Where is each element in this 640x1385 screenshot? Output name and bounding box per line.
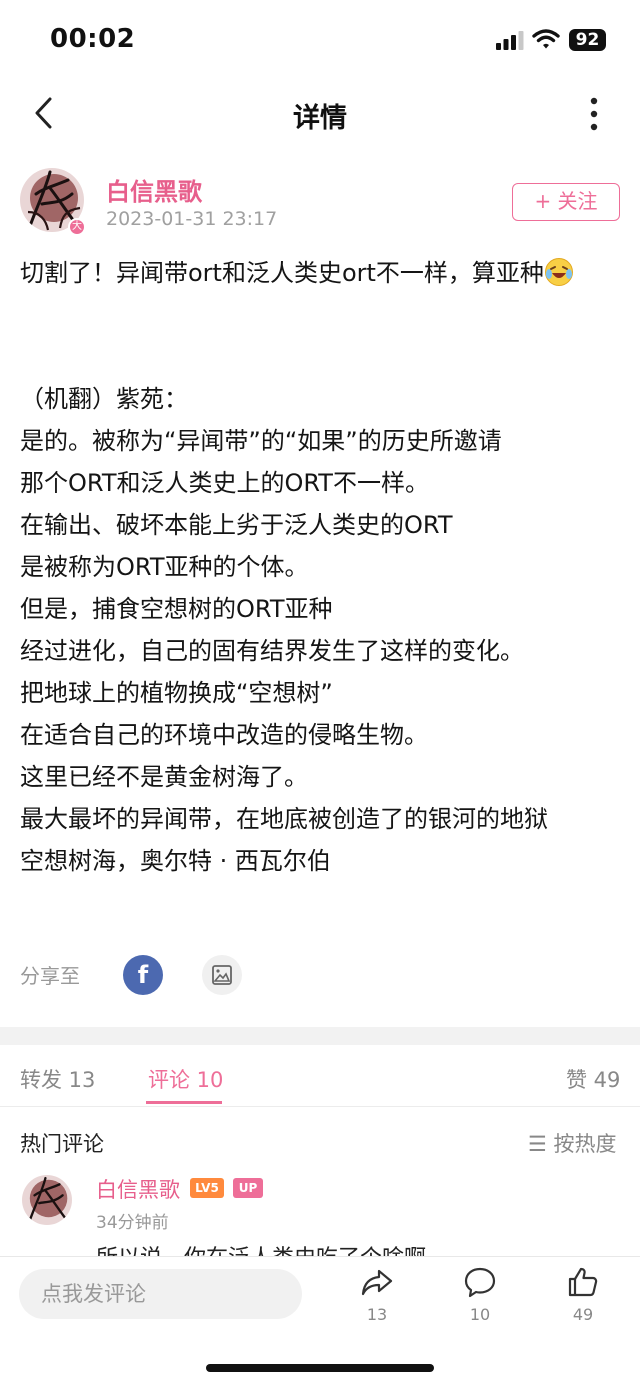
post-line: 这里已经不是黄金树海了。 xyxy=(20,763,308,791)
post-line: 把地球上的植物换成“空想树” xyxy=(20,679,333,707)
comment-count: 10 xyxy=(469,1305,491,1324)
post-line: 在适合自己的环境中改造的侵略生物。 xyxy=(20,721,428,749)
more-vertical-icon[interactable] xyxy=(582,94,606,134)
post-timestamp: 2023-01-31 23:17 xyxy=(106,208,278,230)
repost-button[interactable]: 13 xyxy=(347,1265,407,1324)
post-line: 是被称为ORT亚种的个体。 xyxy=(20,553,309,581)
like-count: 49 xyxy=(572,1305,594,1324)
laughing-tears-emoji-icon xyxy=(544,258,573,286)
cellular-signal-icon xyxy=(496,31,524,50)
like-button[interactable]: 49 xyxy=(553,1265,613,1324)
comment-timestamp: 34分钟前 xyxy=(96,1213,169,1233)
post-line: 在输出、破坏本能上劣于泛人类史的ORT xyxy=(20,511,453,539)
thumbs-up-icon xyxy=(568,1267,598,1297)
up-badge: UP xyxy=(233,1178,263,1198)
comment-button[interactable]: 10 xyxy=(450,1265,510,1324)
share-label: 分享至 xyxy=(20,964,80,988)
verified-badge: 大 xyxy=(68,218,86,236)
post-line xyxy=(20,336,626,378)
post-body: 切割了！异闻带ort和泛人类史ort不一样，算亚种 （机翻）紫苑： 是的。被称为… xyxy=(20,252,626,882)
level-badge: LV5 xyxy=(190,1178,224,1198)
section-divider xyxy=(0,1027,640,1045)
status-time: 00:02 xyxy=(50,24,136,54)
status-bar: 00:02 92 xyxy=(0,0,640,80)
active-tab-indicator xyxy=(146,1101,222,1104)
home-indicator xyxy=(206,1364,434,1372)
post-line: 那个ORT和泛人类史上的ORT不一样。 xyxy=(20,469,429,497)
sort-by-hot-button[interactable]: ☰ 按热度 xyxy=(528,1128,617,1158)
post-line xyxy=(20,294,626,336)
comment-avatar[interactable] xyxy=(22,1175,72,1225)
share-arrow-icon xyxy=(361,1269,393,1296)
comment-bubble-icon xyxy=(464,1267,496,1298)
post-line: 空想树海，奥尔特 · 西瓦尔伯 xyxy=(20,847,331,875)
image-share-button[interactable] xyxy=(202,955,242,995)
hot-comments-title: 热门评论 xyxy=(20,1132,104,1156)
bottom-action-bar: 点我发评论 13 10 49 xyxy=(0,1256,640,1385)
follow-button[interactable]: + 关注 xyxy=(512,183,620,221)
comment-author-name[interactable]: 白信黑歌 xyxy=(96,1174,180,1204)
post-line: 切割了！异闻带ort和泛人类史ort不一样，算亚种 xyxy=(20,252,626,294)
tab-comments[interactable]: 评论 10 xyxy=(148,1064,223,1094)
facebook-share-icon[interactable]: f xyxy=(123,955,163,995)
tab-repost[interactable]: 转发 13 xyxy=(20,1064,95,1094)
comment-input[interactable]: 点我发评论 xyxy=(19,1269,302,1319)
post-line: 最大最坏的异闻带，在地底被创造了的银河的地狱 xyxy=(20,805,548,833)
nav-bar: 详情 xyxy=(0,80,640,146)
image-share-icon xyxy=(212,965,232,985)
page-title: 详情 xyxy=(293,103,347,134)
post-line: 但是，捕食空想树的ORT亚种 xyxy=(20,595,333,623)
wifi-icon xyxy=(532,29,560,49)
post-line: （机翻）紫苑： xyxy=(20,385,188,413)
battery-indicator: 92 xyxy=(569,29,606,51)
tab-likes[interactable]: 赞 49 xyxy=(566,1064,620,1094)
repost-count: 13 xyxy=(366,1305,388,1324)
tab-divider xyxy=(0,1106,640,1107)
author-name[interactable]: 白信黑歌 xyxy=(106,172,202,207)
post-line: 经过进化，自己的固有结界发生了这样的变化。 xyxy=(20,637,524,665)
post-line: 是的。被称为“异闻带”的“如果”的历史所邀请 xyxy=(20,427,502,455)
